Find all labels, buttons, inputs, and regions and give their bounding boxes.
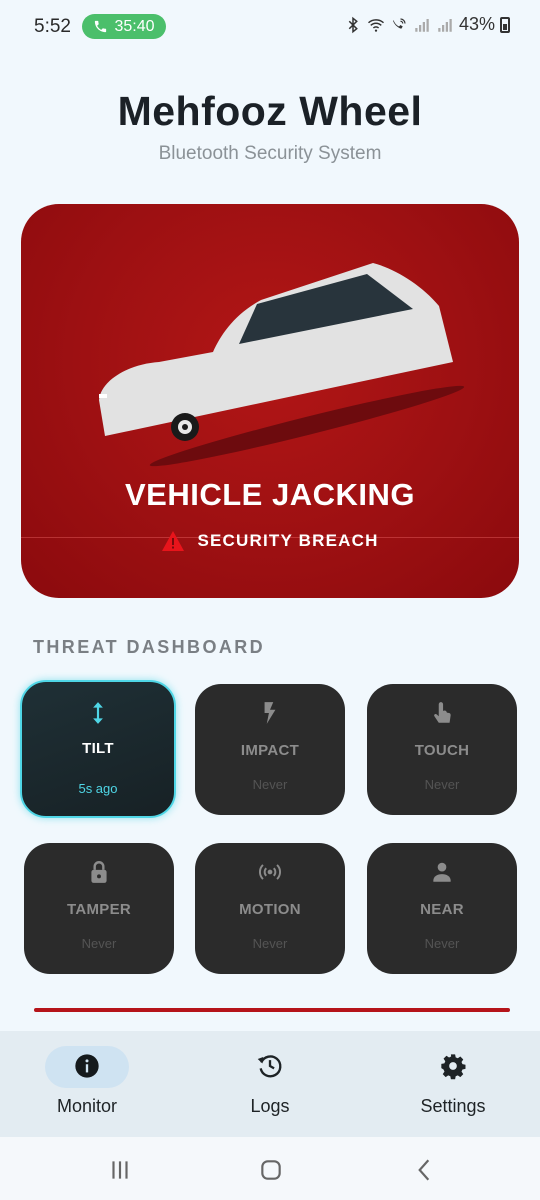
- tile-motion[interactable]: MOTION Never: [195, 843, 345, 974]
- call-indicator[interactable]: 35:40: [82, 14, 166, 39]
- signal-icon-2: [438, 18, 452, 32]
- tile-impact[interactable]: IMPACT Never: [195, 684, 345, 815]
- touch-hand-icon: [367, 698, 517, 728]
- bluetooth-icon: [348, 16, 358, 33]
- alert-card: VEHICLE JACKING SECURITY BREACH: [21, 204, 519, 598]
- call-timer: 35:40: [114, 17, 155, 35]
- nav-logs[interactable]: Logs: [180, 1031, 360, 1137]
- tile-label: MOTION: [239, 901, 301, 918]
- signal-icon: [415, 18, 429, 32]
- alert-status-label: SECURITY BREACH: [197, 531, 379, 550]
- back-icon: [418, 1159, 430, 1181]
- history-icon: [180, 1052, 360, 1080]
- tile-label: TAMPER: [66, 901, 132, 918]
- system-nav-bar: [0, 1137, 540, 1200]
- next-card-edge: [34, 1008, 510, 1012]
- wifi-call-icon: [392, 17, 406, 29]
- recent-apps-button[interactable]: [100, 1157, 140, 1183]
- status-time: 5:52: [34, 16, 71, 37]
- tile-tamper[interactable]: TAMPER Never: [24, 843, 174, 974]
- tile-time: Never: [81, 936, 117, 951]
- nav-settings[interactable]: Settings: [363, 1031, 540, 1137]
- person-icon: [367, 857, 517, 887]
- tile-label: TOUCH: [414, 742, 470, 759]
- vertical-arrows-icon: [22, 698, 174, 728]
- battery-icon: [500, 16, 510, 33]
- warning-triangle-icon: [162, 531, 185, 551]
- back-button[interactable]: [404, 1157, 444, 1183]
- lock-icon: [24, 857, 174, 887]
- tilted-car-illustration: [99, 263, 465, 467]
- recent-apps-icon: [112, 1161, 128, 1179]
- status-bar: 5:52 35:40 43%: [0, 0, 540, 54]
- tile-label: IMPACT: [240, 742, 300, 759]
- tile-label: NEAR: [420, 901, 464, 918]
- app-title: Mehfooz Wheel: [117, 88, 423, 134]
- wifi-icon: [367, 18, 384, 32]
- nav-label: Settings: [420, 1096, 486, 1116]
- battery-percent: 43%: [458, 14, 495, 34]
- tile-near[interactable]: NEAR Never: [367, 843, 517, 974]
- home-button[interactable]: [251, 1157, 291, 1183]
- motion-sensor-icon: [195, 857, 345, 887]
- status-icons: 43%: [344, 14, 510, 35]
- tile-time: Never: [424, 777, 460, 792]
- nav-monitor[interactable]: Monitor: [0, 1031, 180, 1137]
- alert-status: SECURITY BREACH: [21, 530, 519, 552]
- tile-time: Never: [252, 777, 288, 792]
- section-label-threat-dashboard: THREAT DASHBOARD: [33, 637, 266, 657]
- app-subtitle: Bluetooth Security System: [158, 143, 382, 164]
- tile-tilt[interactable]: TILT 5s ago: [20, 680, 176, 818]
- alert-title: VEHICLE JACKING: [125, 477, 415, 512]
- phone-icon: [95, 20, 107, 33]
- tile-touch[interactable]: TOUCH Never: [367, 684, 517, 815]
- tile-time: Never: [252, 936, 288, 951]
- tile-time: 5s ago: [78, 781, 118, 796]
- info-icon: [0, 1052, 177, 1080]
- tile-time: Never: [424, 936, 460, 951]
- nav-label: Monitor: [56, 1096, 118, 1116]
- lightning-icon: [195, 698, 345, 728]
- tile-label: TILT: [82, 740, 114, 757]
- bottom-nav: Monitor Logs Settings: [0, 1031, 540, 1137]
- home-icon: [261, 1160, 281, 1180]
- gear-icon: [363, 1052, 540, 1080]
- nav-label: Logs: [250, 1096, 290, 1116]
